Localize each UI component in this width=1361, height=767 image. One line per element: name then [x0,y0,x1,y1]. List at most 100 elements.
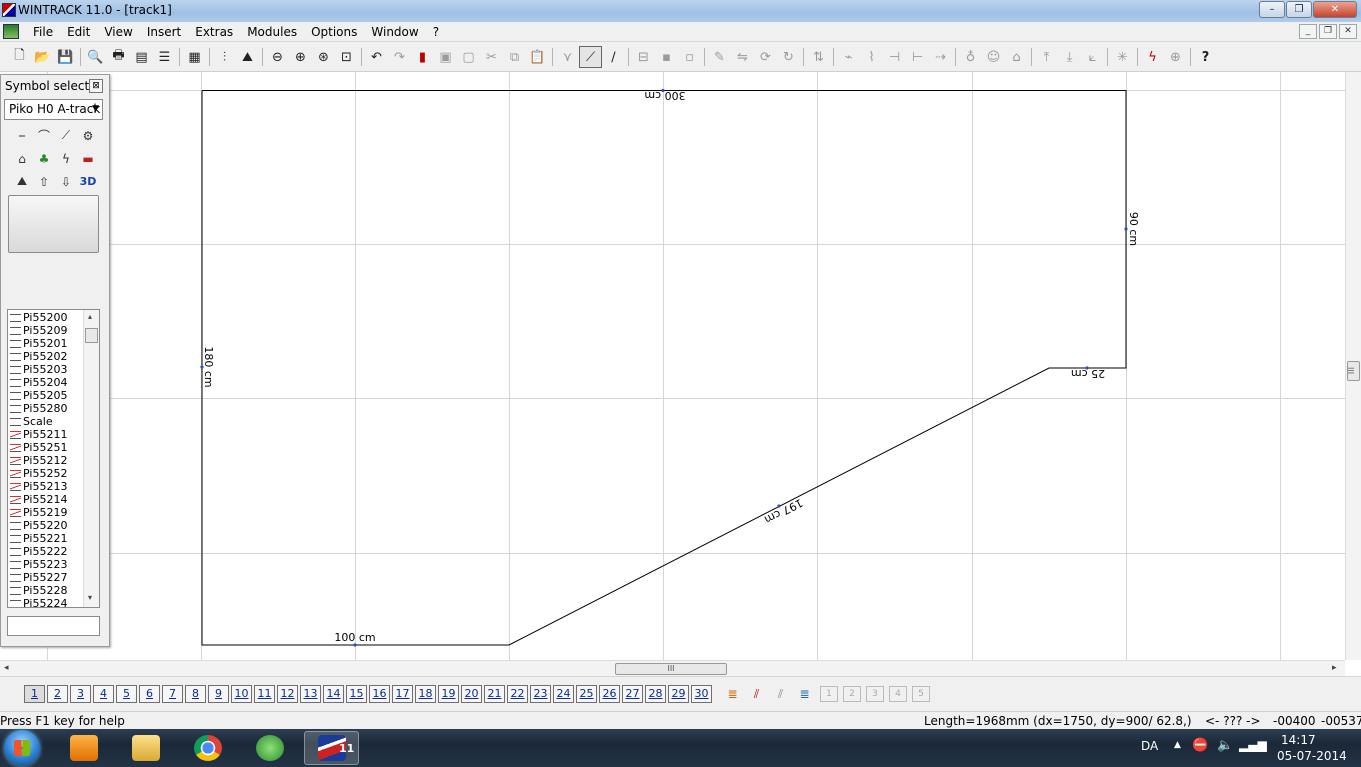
list-item[interactable]: Pi55211 [8,428,84,441]
symbol-list-scrollbar[interactable]: ▴ ▾ [83,310,99,607]
layer-27-button[interactable]: 27 [622,685,643,703]
tracks-settings-icon[interactable]: ⫶ [213,46,236,68]
copy-object-icon[interactable]: ▣ [434,46,457,68]
doc-minimize-button[interactable]: _ [1299,24,1317,39]
horizontal-scroll-thumb[interactable]: III [615,663,727,675]
list-item[interactable]: Pi55212 [8,454,84,467]
symbol-search-input[interactable] [7,616,100,636]
align-icon[interactable]: ⊟ [632,46,655,68]
layer-6-button[interactable]: 6 [139,685,160,703]
draw-curve-icon[interactable]: ⟋ [579,46,602,68]
edit-point-icon[interactable]: ✎ [708,46,731,68]
library-icon[interactable]: ▦ [183,46,206,68]
layer-26-button[interactable]: 26 [599,685,620,703]
layer-4-button[interactable]: 4 [93,685,114,703]
doc-close-button[interactable]: ✕ [1339,24,1357,39]
lower-icon[interactable]: ⇩ [55,170,77,193]
close-button[interactable]: ✕ [1313,1,1357,18]
layer-24-button[interactable]: 24 [553,685,574,703]
layer-7-button[interactable]: 7 [162,685,183,703]
minimize-button[interactable]: – [1259,1,1285,18]
view-box-2[interactable]: 2 [843,686,861,702]
track-switch-icon[interactable]: ⋎ [556,46,579,68]
landscape-brush-icon[interactable]: ⛰ [11,170,33,193]
list-item[interactable]: Pi55205 [8,389,84,402]
list-item[interactable]: Pi55223 [8,558,84,571]
drawing-canvas[interactable]: 300 cm 90 cm 25 cm 197 cm 180 cm 100 cm [0,72,1345,660]
turntable-icon[interactable]: ⚙ [77,124,99,147]
layer-18-button[interactable]: 18 [415,685,436,703]
flip-icon[interactable]: ⇋ [731,46,754,68]
menu-help[interactable]: ? [426,24,446,40]
new-file-icon[interactable]: 🗋 [8,46,31,68]
print-setup-icon[interactable]: ▤ [130,46,153,68]
list-item[interactable]: Pi55213 [8,480,84,493]
layers-stack-icon[interactable]: ≣ [722,685,743,703]
list-item[interactable]: Pi55227 [8,571,84,584]
list-item[interactable]: Pi55222 [8,545,84,558]
layer-10-button[interactable]: 10 [231,685,252,703]
view-box-4[interactable]: 4 [889,686,907,702]
list-item[interactable]: Pi55220 [8,519,84,532]
mirror-icon[interactable]: ⇅ [807,46,830,68]
media-player-task[interactable] [56,731,111,765]
vertical-scrollbar[interactable]: III [1345,72,1361,660]
layer-21-button[interactable]: 21 [484,685,505,703]
raise-icon[interactable]: ⇧ [33,170,55,193]
layer-20-button[interactable]: 20 [461,685,482,703]
context-help-icon[interactable]: ? [1194,46,1217,68]
list-item[interactable]: Pi55202 [8,350,84,363]
layer-12-button[interactable]: 12 [277,685,298,703]
cut-track-icon[interactable]: ⊣ [883,46,906,68]
delete-icon[interactable]: ▮ [411,46,434,68]
start-button[interactable] [4,730,40,766]
menu-file[interactable]: File [26,24,60,40]
view-box-1[interactable]: 1 [820,686,838,702]
layer-13-button[interactable]: 13 [300,685,321,703]
signal-icon[interactable]: ♁ [959,46,982,68]
rolling-stock-icon[interactable]: ▬ [77,147,99,170]
zoom-window-icon[interactable]: ⊛ [312,46,335,68]
volume-icon[interactable]: 🔈 [1217,738,1233,753]
layer-14-button[interactable]: 14 [323,685,344,703]
layer-red-icon[interactable]: ⫽ [746,685,767,703]
ungroup-icon[interactable]: ▫ [678,46,701,68]
wintrack-app-icon[interactable] [2,3,16,17]
list-item[interactable]: Scale [8,415,84,428]
layer-30-button[interactable]: 30 [691,685,712,703]
scroll-down-icon[interactable]: ▾ [88,593,92,602]
slope-icon[interactable]: ⟀ [1081,46,1104,68]
symbol-list[interactable]: Pi55200 Pi55209 Pi55201 Pi55202 Pi55203 … [7,309,100,608]
menu-insert[interactable]: Insert [140,24,188,40]
figure-icon[interactable]: ☺ [982,46,1005,68]
layer-28-button[interactable]: 28 [645,685,666,703]
chrome-task[interactable] [180,731,235,765]
redo-icon[interactable]: ↷ [388,46,411,68]
view-box-3[interactable]: 3 [866,686,884,702]
curved-track-icon[interactable]: ⌒ [33,124,55,147]
electric-icon[interactable]: ϟ [1141,46,1164,68]
list-item[interactable]: Pi55251 [8,441,84,454]
layer-15-button[interactable]: 15 [346,685,367,703]
layer-8-button[interactable]: 8 [185,685,206,703]
group-icon[interactable]: ▪ [655,46,678,68]
layer-29-button[interactable]: 29 [668,685,689,703]
track-system-select[interactable]: Piko H0 A-track ▼ [4,99,103,120]
connect-icon[interactable]: ⌁ [837,46,860,68]
catenary-icon[interactable]: ϟ [55,147,77,170]
layer-11-button[interactable]: 11 [254,685,275,703]
menu-extras[interactable]: Extras [188,24,240,40]
layer-23-button[interactable]: 23 [530,685,551,703]
list-item[interactable]: Pi55221 [8,532,84,545]
layer-25-button[interactable]: 25 [576,685,597,703]
layer-1-button[interactable]: 1 [24,685,45,703]
symbol-list-scroll-thumb[interactable] [85,328,98,343]
scroll-left-icon[interactable]: ◂ [4,663,9,673]
list-item[interactable]: Pi55203 [8,363,84,376]
cut-icon[interactable]: ✂ [480,46,503,68]
save-icon[interactable]: 💾 [54,46,77,68]
layer-19-button[interactable]: 19 [438,685,459,703]
paste-icon[interactable]: 📋 [526,46,549,68]
zoom-out-icon[interactable]: ⊖ [266,46,289,68]
buildings-icon[interactable]: ⌂ [11,147,33,170]
